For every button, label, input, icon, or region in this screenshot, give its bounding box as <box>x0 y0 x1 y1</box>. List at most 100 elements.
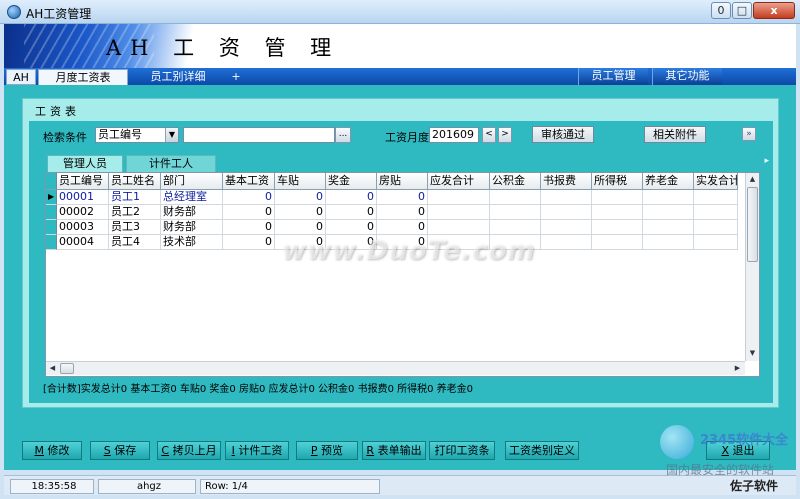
cell-tax[interactable] <box>592 235 643 250</box>
cell-house[interactable]: 0 <box>377 220 428 235</box>
col-header[interactable]: 基本工资 <box>223 173 275 190</box>
cell-pension[interactable] <box>643 235 694 250</box>
search-input[interactable] <box>183 127 335 143</box>
scroll-right-icon[interactable]: ▶ <box>731 362 744 375</box>
cell-id[interactable]: 00002 <box>57 205 109 220</box>
cell-dept[interactable]: 技术部 <box>161 235 223 250</box>
cell-car[interactable]: 0 <box>275 205 326 220</box>
cell-gross[interactable] <box>428 220 490 235</box>
copy-last-month-button[interactable]: C 拷贝上月 <box>157 441 221 460</box>
tab-ah[interactable]: AH <box>6 69 36 85</box>
cell-net[interactable] <box>694 235 738 250</box>
cell-net[interactable] <box>694 205 738 220</box>
attachments-button[interactable]: 相关附件 <box>644 126 706 143</box>
col-header[interactable]: 房贴 <box>377 173 428 190</box>
scroll-right-icon[interactable]: ▸ <box>764 156 769 166</box>
preview-button[interactable]: P 预览 <box>296 441 358 460</box>
cell-id[interactable]: 00004 <box>57 235 109 250</box>
salary-grid[interactable]: 员工编号 员工姓名 部门 基本工资 车贴 奖金 房贴 应发合计 公积金 书报费 … <box>45 172 760 377</box>
cell-id[interactable]: 00001 <box>57 190 109 205</box>
col-header[interactable]: 养老金 <box>643 173 694 190</box>
cell-fund[interactable] <box>490 190 541 205</box>
cell-books[interactable] <box>541 220 592 235</box>
horizontal-scroll-thumb[interactable] <box>60 363 74 374</box>
cell-gross[interactable] <box>428 190 490 205</box>
cell-pension[interactable] <box>643 190 694 205</box>
cell-books[interactable] <box>541 190 592 205</box>
col-header[interactable]: 所得税 <box>592 173 643 190</box>
cell-fund[interactable] <box>490 220 541 235</box>
add-tab-button[interactable]: + <box>228 69 244 85</box>
cell-pension[interactable] <box>643 220 694 235</box>
cell-house[interactable]: 0 <box>377 205 428 220</box>
vertical-scrollbar[interactable]: ▲ ▼ <box>745 173 759 361</box>
cell-base[interactable]: 0 <box>223 190 275 205</box>
cell-net[interactable] <box>694 190 738 205</box>
cell-gross[interactable] <box>428 205 490 220</box>
approve-button[interactable]: 审核通过 <box>532 126 594 143</box>
col-header[interactable]: 车贴 <box>275 173 326 190</box>
cell-base[interactable]: 0 <box>223 235 275 250</box>
col-header[interactable]: 书报费 <box>541 173 592 190</box>
col-header[interactable]: 公积金 <box>490 173 541 190</box>
table-row[interactable]: 00003 员工3 财务部 0 0 0 0 <box>46 220 738 235</box>
table-row[interactable]: 00002 员工2 财务部 0 0 0 0 <box>46 205 738 220</box>
next-month-button[interactable]: > <box>498 127 512 143</box>
col-header[interactable]: 员工编号 <box>57 173 109 190</box>
cell-name[interactable]: 员工2 <box>109 205 161 220</box>
close-button[interactable]: x <box>753 2 795 19</box>
col-header[interactable]: 员工姓名 <box>109 173 161 190</box>
horizontal-scrollbar[interactable]: ◀ ▶ <box>46 361 745 375</box>
maximize-button[interactable]: □ <box>732 2 752 19</box>
print-payslip-button[interactable]: 打印工资条 <box>429 441 495 460</box>
other-functions-button[interactable]: 其它功能 <box>652 68 722 85</box>
col-header[interactable]: 应发合计 <box>428 173 490 190</box>
modify-button[interactable]: M 修改 <box>22 441 82 460</box>
cell-name[interactable]: 员工4 <box>109 235 161 250</box>
collapse-icon[interactable]: » <box>742 127 756 141</box>
cell-dept[interactable]: 财务部 <box>161 220 223 235</box>
filter-field-select[interactable]: 员工编号 ▼ <box>95 127 179 143</box>
employee-management-button[interactable]: 员工管理 <box>578 68 648 85</box>
cell-dept[interactable]: 财务部 <box>161 205 223 220</box>
cell-books[interactable] <box>541 205 592 220</box>
chevron-down-icon[interactable]: ▼ <box>165 128 178 142</box>
cell-books[interactable] <box>541 235 592 250</box>
scroll-down-icon[interactable]: ▼ <box>746 347 759 360</box>
cell-bonus[interactable]: 0 <box>326 190 377 205</box>
browse-button[interactable]: ... <box>335 127 351 143</box>
cell-name[interactable]: 员工1 <box>109 190 161 205</box>
col-header[interactable]: 奖金 <box>326 173 377 190</box>
vertical-scroll-thumb[interactable] <box>747 187 758 262</box>
cell-bonus[interactable]: 0 <box>326 205 377 220</box>
cell-name[interactable]: 员工3 <box>109 220 161 235</box>
col-header[interactable]: 部门 <box>161 173 223 190</box>
cell-tax[interactable] <box>592 190 643 205</box>
save-button[interactable]: S 保存 <box>90 441 150 460</box>
tab-piece-workers[interactable]: 计件工人 <box>126 155 216 172</box>
cell-house[interactable]: 0 <box>377 190 428 205</box>
salary-category-button[interactable]: 工资类别定义 <box>505 441 579 460</box>
scroll-up-icon[interactable]: ▲ <box>746 173 759 186</box>
minimize-button[interactable]: 0 <box>711 2 731 19</box>
scroll-left-icon[interactable]: ◀ <box>46 362 59 375</box>
prev-month-button[interactable]: < <box>482 127 496 143</box>
cell-base[interactable]: 0 <box>223 205 275 220</box>
cell-bonus[interactable]: 0 <box>326 220 377 235</box>
table-row[interactable]: ▶ 00001 员工1 总经理室 0 0 0 0 <box>46 190 738 205</box>
col-header[interactable]: 实发合计 <box>694 173 738 190</box>
piece-wage-button[interactable]: I 计件工资 <box>225 441 289 460</box>
cell-tax[interactable] <box>592 220 643 235</box>
cell-dept[interactable]: 总经理室 <box>161 190 223 205</box>
cell-car[interactable]: 0 <box>275 220 326 235</box>
tab-monthly-salary[interactable]: 月度工资表 <box>38 69 128 85</box>
tab-managers[interactable]: 管理人员 <box>47 155 123 172</box>
form-output-button[interactable]: R 表单输出 <box>362 441 426 460</box>
month-input[interactable]: 201609 <box>429 127 479 143</box>
cell-tax[interactable] <box>592 205 643 220</box>
cell-id[interactable]: 00003 <box>57 220 109 235</box>
cell-pension[interactable] <box>643 205 694 220</box>
cell-fund[interactable] <box>490 205 541 220</box>
tab-employee-detail[interactable]: 员工别详细 <box>130 69 226 85</box>
cell-net[interactable] <box>694 220 738 235</box>
